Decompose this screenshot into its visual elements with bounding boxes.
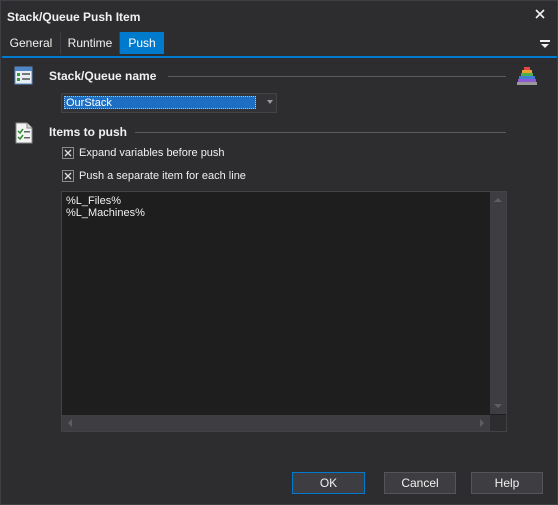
tab-strip: General Runtime Push bbox=[2, 32, 557, 58]
chevron-down-icon[interactable] bbox=[267, 100, 273, 104]
items-textarea[interactable]: %L_Files% %L_Machines% bbox=[61, 191, 507, 432]
scroll-corner bbox=[490, 415, 506, 431]
help-button[interactable]: Help bbox=[471, 472, 543, 494]
close-button[interactable] bbox=[531, 5, 549, 23]
tab-general-label: General bbox=[9, 36, 53, 50]
title-bar: Stack/Queue Push Item bbox=[1, 1, 557, 31]
stack-browse-icon[interactable] bbox=[516, 65, 538, 87]
cancel-button[interactable]: Cancel bbox=[384, 472, 456, 494]
tab-menu-icon bbox=[540, 40, 550, 48]
tab-push[interactable]: Push bbox=[120, 32, 164, 54]
horizontal-scrollbar[interactable] bbox=[62, 415, 490, 431]
items-to-push-label: Items to push bbox=[49, 125, 128, 139]
section-divider bbox=[135, 132, 506, 133]
scroll-up-icon[interactable] bbox=[494, 198, 502, 202]
tab-push-label: Push bbox=[128, 36, 156, 50]
dialog-window: Stack/Queue Push Item General Runtime Pu… bbox=[0, 0, 558, 505]
push-separate-checkbox[interactable] bbox=[62, 170, 74, 182]
push-separate-label: Push a separate item for each line bbox=[79, 170, 246, 182]
tab-runtime[interactable]: Runtime bbox=[61, 32, 120, 54]
stack-queue-icon bbox=[14, 66, 33, 85]
window-title: Stack/Queue Push Item bbox=[7, 10, 141, 24]
ok-button-label: OK bbox=[319, 476, 338, 490]
expand-variables-checkbox-row[interactable]: Expand variables before push bbox=[62, 146, 225, 160]
scroll-down-icon[interactable] bbox=[494, 404, 502, 408]
close-icon bbox=[535, 9, 545, 19]
scroll-left-icon[interactable] bbox=[68, 419, 72, 427]
items-text-content[interactable]: %L_Files% %L_Machines% bbox=[66, 195, 145, 219]
tab-general[interactable]: General bbox=[2, 32, 61, 54]
vertical-scrollbar[interactable] bbox=[490, 192, 506, 414]
cancel-button-label: Cancel bbox=[401, 476, 439, 490]
stack-queue-name-label: Stack/Queue name bbox=[49, 69, 157, 83]
stack-queue-select[interactable]: OurStack bbox=[61, 93, 277, 113]
expand-variables-label: Expand variables before push bbox=[79, 147, 225, 159]
section-divider bbox=[168, 76, 506, 77]
expand-variables-checkbox[interactable] bbox=[62, 147, 74, 159]
tab-menu-button[interactable] bbox=[539, 38, 551, 48]
ok-button[interactable]: OK bbox=[292, 472, 365, 494]
tab-runtime-label: Runtime bbox=[67, 36, 113, 50]
checkmark-icon bbox=[64, 149, 72, 157]
help-button-label: Help bbox=[494, 476, 520, 490]
stack-queue-selected-value: OurStack bbox=[64, 96, 256, 109]
checkmark-icon bbox=[64, 172, 72, 180]
scroll-right-icon[interactable] bbox=[480, 419, 484, 427]
checklist-icon bbox=[15, 122, 33, 144]
push-separate-checkbox-row[interactable]: Push a separate item for each line bbox=[62, 169, 246, 183]
